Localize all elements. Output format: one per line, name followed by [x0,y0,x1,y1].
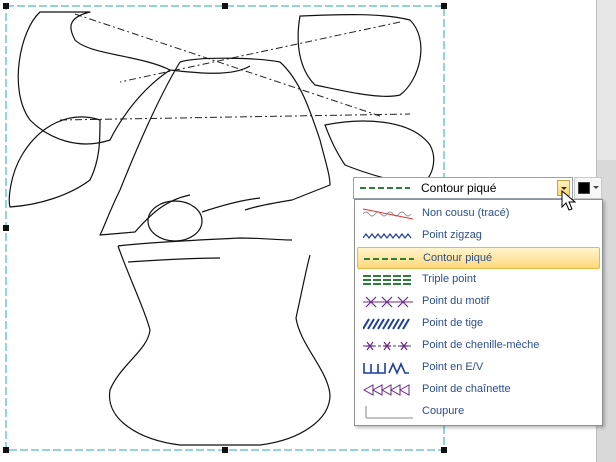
candlewicking-stitch-icon [363,341,413,351]
stitch-option-label: Coupure [422,405,465,417]
mouse-pointer-icon [561,190,577,211]
stitch-option-chainette[interactable]: Point de chaînette [357,379,600,401]
stitch-option-chenille[interactable]: Point de chenille-mèche [357,335,600,357]
color-swatch [578,182,590,194]
stitch-option-triple[interactable]: Triple point [357,269,600,291]
stem-stitch-icon [363,318,410,330]
chevron-down-icon [593,186,599,189]
stitch-option-label: Point de tige [422,317,484,329]
stitch-option-ev[interactable]: Point en E/V [357,357,600,379]
ev-stitch-icon [363,362,409,375]
stitch-option-tige[interactable]: Point de tige [357,313,600,335]
motif-stitch-icon [363,296,413,308]
stitch-option-label: Non cousu (tracé) [422,207,510,219]
stitch-color-dropdown[interactable] [574,177,602,199]
stitch-option-label: Point en E/V [422,361,484,373]
running-stitch-icon [360,187,410,189]
stitch-option-label: Contour piqué [423,252,493,264]
no-sew-icon [363,208,413,220]
chain-stitch-icon [363,384,410,396]
stitch-option-contour[interactable]: Contour piqué [357,247,600,269]
stitch-option-label: Point du motif [422,295,490,307]
stitch-option-label: Point de chaînette [422,383,511,395]
stitch-option-label: Triple point [422,273,477,285]
stitch-option-coupure[interactable]: Coupure [357,401,600,423]
stitch-type-list[interactable]: Non cousu (tracé) Point zigzag Contour p… [354,199,603,426]
stitch-option-motif[interactable]: Point du motif [357,291,600,313]
stitch-option-label: Point zigzag [422,229,482,241]
zigzag-stitch-icon [363,233,412,239]
stitch-option-label: Point de chenille-mèche [422,339,540,351]
cut-icon [365,406,413,419]
stitch-option-zigzag[interactable]: Point zigzag [357,225,600,247]
triple-stitch-icon [363,275,413,285]
stitch-type-dropdown[interactable]: Contour piqué [353,177,573,199]
stitch-type-selected-label: Contour piqué [421,181,497,195]
running-stitch-icon [364,258,414,260]
